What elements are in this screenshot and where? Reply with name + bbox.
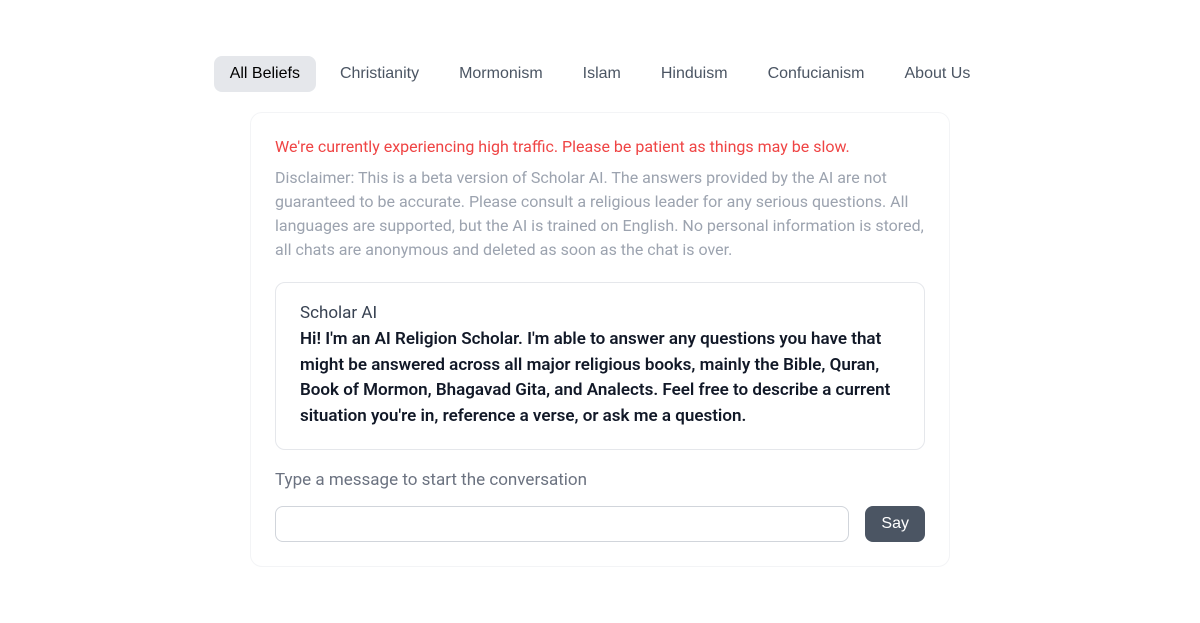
say-button[interactable]: Say	[865, 506, 925, 542]
main-card: We're currently experiencing high traffi…	[250, 112, 950, 567]
tab-confucianism[interactable]: Confucianism	[752, 56, 881, 92]
disclaimer: Disclaimer: This is a beta version of Sc…	[275, 166, 925, 262]
tab-christianity[interactable]: Christianity	[324, 56, 435, 92]
tab-all-beliefs[interactable]: All Beliefs	[214, 56, 316, 92]
input-prompt: Type a message to start the conversation	[275, 470, 925, 490]
ai-message: Scholar AI Hi! I'm an AI Religion Schola…	[275, 282, 925, 450]
tab-islam[interactable]: Islam	[567, 56, 637, 92]
tab-hinduism[interactable]: Hinduism	[645, 56, 744, 92]
tabs-nav: All Beliefs Christianity Mormonism Islam…	[214, 56, 987, 92]
traffic-alert: We're currently experiencing high traffi…	[275, 137, 925, 156]
message-sender: Scholar AI	[300, 303, 900, 323]
message-input[interactable]	[275, 506, 849, 542]
input-row: Say	[275, 506, 925, 542]
tab-mormonism[interactable]: Mormonism	[443, 56, 559, 92]
tab-about-us[interactable]: About Us	[889, 56, 987, 92]
message-body: Hi! I'm an AI Religion Scholar. I'm able…	[300, 327, 900, 429]
